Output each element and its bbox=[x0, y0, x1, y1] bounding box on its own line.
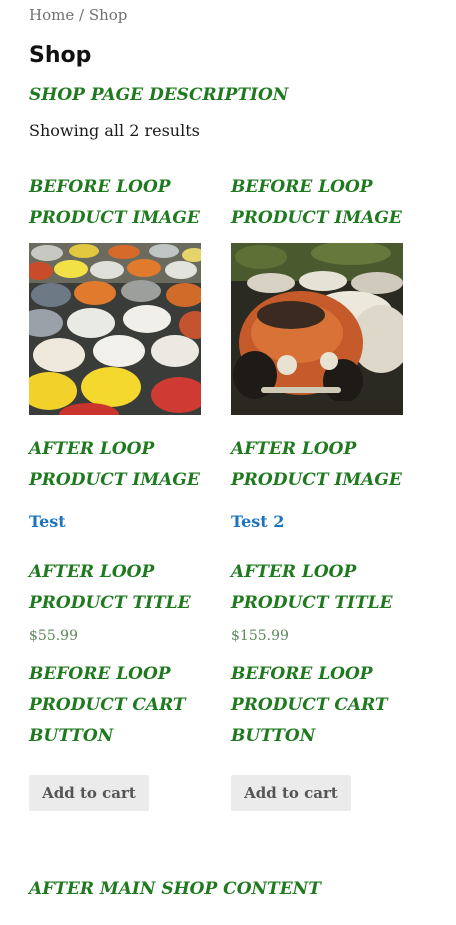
breadcrumb-home-link[interactable]: Home bbox=[29, 6, 74, 24]
hook-line: AFTER LOOP bbox=[29, 562, 155, 582]
before-loop-product-image-hook: BEFORE LOOP PRODUCT IMAGE bbox=[29, 172, 209, 234]
orange-beetle-photo bbox=[231, 243, 403, 415]
product-price: $55.99 bbox=[29, 628, 78, 644]
yellow-beetles-photo bbox=[29, 243, 201, 415]
breadcrumb: Home / Shop bbox=[29, 6, 127, 24]
product-title-link[interactable]: Test bbox=[29, 512, 66, 531]
shop-page-description: SHOP PAGE DESCRIPTION bbox=[29, 85, 289, 105]
add-to-cart-button[interactable]: Add to cart bbox=[29, 775, 149, 811]
hook-line: AFTER LOOP bbox=[29, 439, 155, 459]
hook-line: PRODUCT IMAGE bbox=[29, 470, 200, 490]
before-loop-product-cart-button-hook: BEFORE LOOP PRODUCT CART BUTTON bbox=[231, 659, 411, 752]
after-loop-product-image-hook: AFTER LOOP PRODUCT IMAGE bbox=[29, 434, 209, 496]
after-loop-product-title-hook: AFTER LOOP PRODUCT TITLE bbox=[231, 557, 411, 619]
breadcrumb-current: Shop bbox=[88, 6, 128, 24]
after-loop-product-image-hook: AFTER LOOP PRODUCT IMAGE bbox=[231, 434, 411, 496]
after-main-shop-content: AFTER MAIN SHOP CONTENT bbox=[29, 879, 321, 899]
hook-line: BEFORE LOOP bbox=[29, 177, 171, 197]
breadcrumb-separator: / bbox=[74, 6, 89, 24]
product-image[interactable] bbox=[231, 243, 403, 415]
product-image[interactable] bbox=[29, 243, 201, 415]
hook-line: PRODUCT CART bbox=[231, 695, 388, 715]
hook-line: BEFORE LOOP bbox=[231, 664, 373, 684]
hook-line: BUTTON bbox=[29, 726, 114, 746]
hook-line: PRODUCT IMAGE bbox=[231, 470, 402, 490]
page-title: Shop bbox=[29, 43, 92, 68]
hook-line: BUTTON bbox=[231, 726, 316, 746]
hook-line: PRODUCT TITLE bbox=[231, 593, 393, 613]
hook-line: BEFORE LOOP bbox=[231, 177, 373, 197]
hook-line: PRODUCT CART bbox=[29, 695, 186, 715]
hook-line: AFTER LOOP bbox=[231, 562, 357, 582]
hook-line: BEFORE LOOP bbox=[29, 664, 171, 684]
result-count: Showing all 2 results bbox=[29, 121, 200, 140]
before-loop-product-image-hook: BEFORE LOOP PRODUCT IMAGE bbox=[231, 172, 411, 234]
product-title-link[interactable]: Test 2 bbox=[231, 512, 284, 531]
product-price: $155.99 bbox=[231, 628, 289, 644]
add-to-cart-button[interactable]: Add to cart bbox=[231, 775, 351, 811]
hook-line: PRODUCT TITLE bbox=[29, 593, 191, 613]
before-loop-product-cart-button-hook: BEFORE LOOP PRODUCT CART BUTTON bbox=[29, 659, 209, 752]
hook-line: AFTER LOOP bbox=[231, 439, 357, 459]
hook-line: PRODUCT IMAGE bbox=[231, 208, 402, 228]
hook-line: PRODUCT IMAGE bbox=[29, 208, 200, 228]
after-loop-product-title-hook: AFTER LOOP PRODUCT TITLE bbox=[29, 557, 209, 619]
